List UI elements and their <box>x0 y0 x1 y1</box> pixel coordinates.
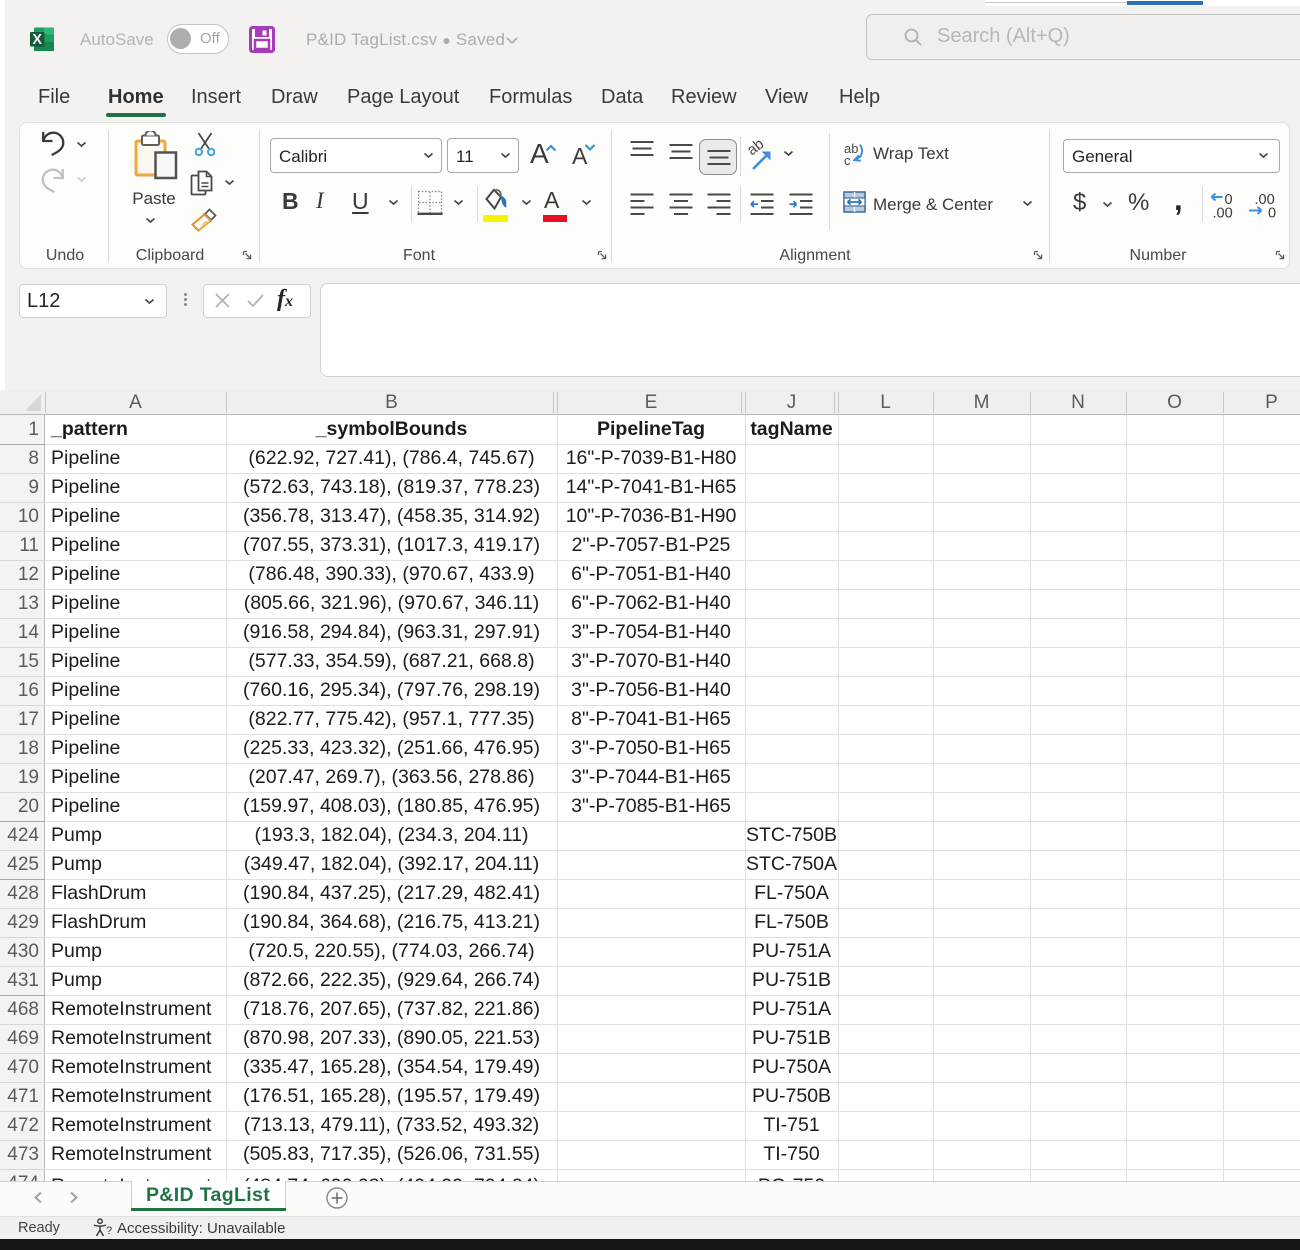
svg-text:X: X <box>32 32 42 48</box>
svg-text:.00: .00 <box>1213 206 1233 221</box>
svg-text:0: 0 <box>1268 206 1276 221</box>
svg-text:ab: ab <box>746 137 767 159</box>
svg-text:?: ? <box>106 1225 112 1237</box>
svg-text:c: c <box>844 153 851 167</box>
